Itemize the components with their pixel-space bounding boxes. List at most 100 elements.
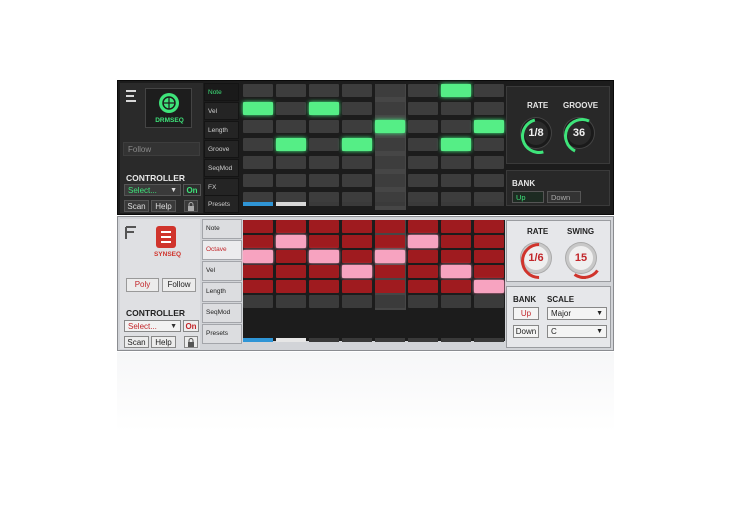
step-cell[interactable]	[309, 250, 339, 263]
step-cell[interactable]	[309, 120, 339, 133]
page-indicator[interactable]	[441, 338, 471, 342]
page-indicator[interactable]	[474, 202, 504, 206]
step-cell[interactable]	[375, 250, 405, 263]
page-indicator[interactable]	[309, 338, 339, 342]
page-indicator[interactable]	[375, 338, 405, 342]
step-cell[interactable]	[408, 235, 438, 248]
step-cell[interactable]	[408, 120, 438, 133]
step-cell[interactable]	[243, 280, 273, 293]
step-cell[interactable]	[474, 220, 504, 233]
step-cell[interactable]	[375, 84, 405, 97]
step-cell[interactable]	[309, 156, 339, 169]
bank-up-button[interactable]: Up	[513, 307, 539, 320]
step-cell[interactable]	[375, 265, 405, 278]
step-cell[interactable]	[276, 120, 306, 133]
page-indicator[interactable]	[441, 202, 471, 206]
controller-on-toggle[interactable]: On	[183, 320, 199, 332]
page-indicator[interactable]	[243, 202, 273, 206]
step-cell[interactable]	[441, 174, 471, 187]
step-cell[interactable]	[474, 156, 504, 169]
step-cell[interactable]	[375, 138, 405, 151]
step-cell[interactable]	[342, 156, 372, 169]
step-cell[interactable]	[375, 235, 405, 248]
scale-select[interactable]: Major ▼	[547, 307, 607, 320]
step-cell[interactable]	[243, 156, 273, 169]
step-cell[interactable]	[309, 174, 339, 187]
step-cell[interactable]	[375, 280, 405, 293]
step-cell[interactable]	[342, 174, 372, 187]
step-cell[interactable]	[342, 220, 372, 233]
poly-button[interactable]: Poly	[126, 278, 159, 292]
tab-vel[interactable]: Vel	[204, 102, 239, 120]
step-cell[interactable]	[408, 84, 438, 97]
lock-icon[interactable]	[184, 200, 198, 212]
tab-groove[interactable]: Groove	[204, 140, 239, 158]
page-indicator[interactable]	[408, 202, 438, 206]
step-cell[interactable]	[408, 138, 438, 151]
step-cell[interactable]	[441, 295, 471, 308]
step-cell[interactable]	[342, 295, 372, 308]
step-cell[interactable]	[342, 120, 372, 133]
page-indicator[interactable]	[474, 338, 504, 342]
step-cell[interactable]	[375, 295, 405, 308]
step-cell[interactable]	[276, 295, 306, 308]
step-cell[interactable]	[309, 280, 339, 293]
step-cell[interactable]	[474, 138, 504, 151]
step-cell[interactable]	[441, 280, 471, 293]
step-cell[interactable]	[342, 265, 372, 278]
step-cell[interactable]	[243, 235, 273, 248]
step-cell[interactable]	[441, 220, 471, 233]
page-indicator[interactable]	[375, 202, 405, 206]
controller-select[interactable]: Select... ▼	[124, 320, 181, 332]
step-cell[interactable]	[243, 295, 273, 308]
help-button[interactable]: Help	[151, 200, 176, 212]
step-cell[interactable]	[474, 265, 504, 278]
step-cell[interactable]	[441, 265, 471, 278]
step-cell[interactable]	[309, 102, 339, 115]
step-cell[interactable]	[474, 174, 504, 187]
step-cell[interactable]	[474, 84, 504, 97]
tab-note[interactable]: Note	[202, 219, 242, 239]
step-cell[interactable]	[276, 174, 306, 187]
step-cell[interactable]	[474, 295, 504, 308]
page-indicator[interactable]	[276, 338, 306, 342]
step-cell[interactable]	[243, 120, 273, 133]
step-cell[interactable]	[441, 120, 471, 133]
step-cell[interactable]	[243, 138, 273, 151]
rate-knob[interactable]: 1/8	[514, 111, 564, 161]
step-cell[interactable]	[408, 280, 438, 293]
step-cell[interactable]	[474, 235, 504, 248]
step-cell[interactable]	[243, 102, 273, 115]
step-cell[interactable]	[276, 102, 306, 115]
page-indicator[interactable]	[243, 338, 273, 342]
step-cell[interactable]	[276, 156, 306, 169]
page-indicator[interactable]	[309, 202, 339, 206]
tab-seqmod[interactable]: SeqMod	[204, 159, 239, 177]
step-cell[interactable]	[243, 174, 273, 187]
page-indicator[interactable]	[276, 202, 306, 206]
step-cell[interactable]	[408, 265, 438, 278]
step-cell[interactable]	[408, 250, 438, 263]
step-cell[interactable]	[441, 102, 471, 115]
groove-knob[interactable]: 36	[558, 112, 606, 160]
step-cell[interactable]	[276, 84, 306, 97]
tab-vel[interactable]: Vel	[202, 261, 242, 281]
step-cell[interactable]	[408, 295, 438, 308]
lock-icon[interactable]	[184, 336, 198, 348]
tab-length[interactable]: Length	[204, 121, 239, 139]
step-cell[interactable]	[474, 120, 504, 133]
step-cell[interactable]	[441, 156, 471, 169]
tab-presets[interactable]: Presets	[204, 195, 239, 213]
step-cell[interactable]	[276, 265, 306, 278]
step-cell[interactable]	[408, 174, 438, 187]
step-cell[interactable]	[243, 250, 273, 263]
step-cell[interactable]	[309, 235, 339, 248]
step-cell[interactable]	[408, 102, 438, 115]
page-indicator[interactable]	[342, 338, 372, 342]
controller-on-toggle[interactable]: On	[183, 184, 201, 196]
tab-octave[interactable]: Octave	[202, 240, 242, 260]
step-cell[interactable]	[342, 250, 372, 263]
rate-knob[interactable]: 1/6	[513, 235, 565, 287]
step-cell[interactable]	[243, 220, 273, 233]
scan-button[interactable]: Scan	[124, 200, 149, 212]
